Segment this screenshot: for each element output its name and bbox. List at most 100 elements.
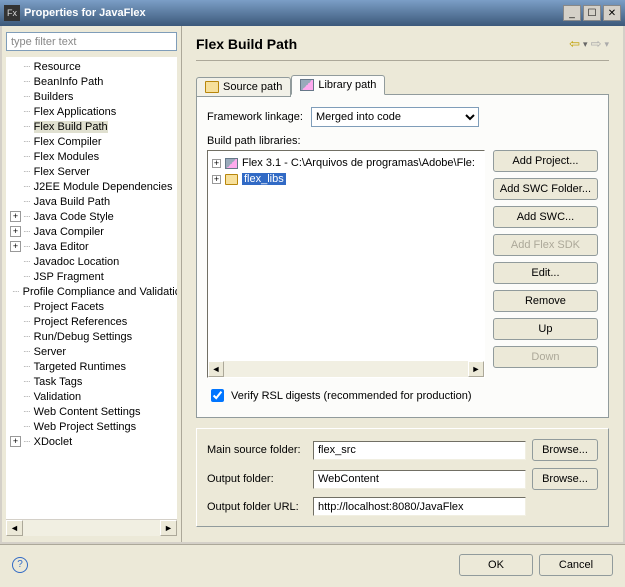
tree-item[interactable]: +····Java Compiler (6, 224, 177, 239)
add-swc-folder-button[interactable]: Add SWC Folder... (493, 178, 598, 200)
page-title: Flex Build Path (196, 36, 566, 52)
tab-source-path[interactable]: Source path (196, 77, 291, 97)
tree-item[interactable]: ····Run/Debug Settings (6, 329, 177, 344)
back-menu-icon[interactable]: ▾ (583, 39, 588, 50)
tree-item[interactable]: +····XDoclet (6, 434, 177, 449)
tree-item[interactable]: ····Java Build Path (6, 194, 177, 209)
tree-item-label: Flex Compiler (34, 136, 102, 148)
edit-button[interactable]: Edit... (493, 262, 598, 284)
up-button[interactable]: Up (493, 318, 598, 340)
verify-rsl-label: Verify RSL digests (recommended for prod… (231, 390, 471, 402)
maximize-button[interactable]: ☐ (583, 5, 601, 21)
tree-item[interactable]: ····Web Content Settings (6, 404, 177, 419)
forward-icon: ⇨ (591, 36, 602, 52)
tree-hscroll[interactable]: ◄ ► (6, 519, 177, 536)
framework-linkage-select[interactable]: Merged into code (311, 107, 479, 127)
lib-hscroll[interactable]: ◄ ► (208, 361, 484, 377)
add-project-button[interactable]: Add Project... (493, 150, 598, 172)
tree-item[interactable]: ····Web Project Settings (6, 419, 177, 434)
ok-button[interactable]: OK (459, 554, 533, 576)
tree-item[interactable]: ····Project References (6, 314, 177, 329)
library-item-label: flex_libs (242, 173, 286, 185)
main-source-input[interactable] (313, 441, 526, 460)
add-flex-sdk-button: Add Flex SDK (493, 234, 598, 256)
tree-item[interactable]: ···· Targeted Runtimes (6, 359, 177, 374)
scroll-right-icon[interactable]: ► (160, 520, 177, 536)
tree-connector: ···· (23, 362, 30, 371)
help-icon[interactable]: ? (12, 557, 28, 573)
expand-icon[interactable]: + (10, 241, 21, 252)
tree-item-label: Web Content Settings (34, 406, 141, 418)
tree-item[interactable]: ···· Flex Compiler (6, 134, 177, 149)
tree-item[interactable]: ····J2EE Module Dependencies (6, 179, 177, 194)
expand-icon[interactable]: + (212, 159, 221, 168)
left-panel: ····Resource····BeanInfo Path····Builder… (2, 26, 182, 542)
tree-connector: ···· (23, 137, 30, 146)
scroll-left-icon[interactable]: ◄ (208, 361, 224, 377)
tree-item-label: Run/Debug Settings (34, 331, 132, 343)
title-bar: Fx Properties for JavaFlex _ ☐ ✕ (0, 0, 625, 26)
tree-item-label: Project References (34, 316, 128, 328)
browse-output-folder-button[interactable]: Browse... (532, 468, 598, 490)
expand-icon[interactable]: + (10, 436, 21, 447)
scroll-right-icon[interactable]: ► (468, 361, 484, 377)
tree-connector: ···· (23, 242, 30, 251)
expand-icon[interactable]: + (10, 226, 21, 237)
tree-item[interactable]: ····Server (6, 344, 177, 359)
browse-main-source-button[interactable]: Browse... (532, 439, 598, 461)
tab-library-path[interactable]: Library path (291, 75, 385, 95)
tree-item[interactable]: ····Profile Compliance and Validatic (6, 284, 177, 299)
verify-rsl-checkbox[interactable] (211, 389, 224, 402)
tree-item[interactable]: ····Validation (6, 389, 177, 404)
tree-connector: ···· (23, 347, 30, 356)
tree-connector: ···· (12, 287, 19, 296)
tree-item[interactable]: ····Resource (6, 59, 177, 74)
tree-item[interactable]: ····JSP Fragment (6, 269, 177, 284)
tree-item[interactable]: ····Flex Build Path (6, 119, 177, 134)
scroll-left-icon[interactable]: ◄ (6, 520, 23, 536)
libraries-tree[interactable]: +Flex 3.1 - C:\Arquivos de programas\Ado… (207, 150, 485, 378)
filter-input[interactable] (6, 32, 177, 51)
tree-item[interactable]: ····Task Tags (6, 374, 177, 389)
tree-item[interactable]: ····Flex Modules (6, 149, 177, 164)
library-icon (300, 79, 314, 91)
output-url-label: Output folder URL: (207, 501, 313, 513)
folder-icon (205, 81, 219, 93)
cancel-button[interactable]: Cancel (539, 554, 613, 576)
tree-item[interactable]: ····Flex Server (6, 164, 177, 179)
category-tree[interactable]: ····Resource····BeanInfo Path····Builder… (6, 57, 177, 519)
remove-button[interactable]: Remove (493, 290, 598, 312)
add-swc-button[interactable]: Add SWC... (493, 206, 598, 228)
library-item[interactable]: + flex_libs (212, 171, 480, 187)
library-item[interactable]: +Flex 3.1 - C:\Arquivos de programas\Ado… (212, 155, 480, 171)
tree-item[interactable]: +····Java Code Style (6, 209, 177, 224)
folder-icon (225, 174, 238, 185)
close-button[interactable]: ✕ (603, 5, 621, 21)
minimize-button[interactable]: _ (563, 5, 581, 21)
window-title: Properties for JavaFlex (24, 7, 561, 19)
output-folder-input[interactable] (313, 470, 526, 489)
tree-item[interactable]: ····Flex Applications (6, 104, 177, 119)
output-url-input[interactable] (313, 497, 526, 516)
tree-item-label: Flex Applications (34, 106, 117, 118)
expand-icon[interactable]: + (212, 175, 221, 184)
forward-menu-icon[interactable]: ▾ (604, 39, 609, 50)
down-button: Down (493, 346, 598, 368)
output-folder-label: Output folder: (207, 473, 313, 485)
tree-item-label: Java Build Path (34, 196, 110, 208)
tree-item[interactable]: +····Java Editor (6, 239, 177, 254)
tree-item-label: Java Compiler (34, 226, 104, 238)
tree-connector: ···· (23, 62, 30, 71)
expand-icon[interactable]: + (10, 211, 21, 222)
back-icon[interactable]: ⇦ (569, 36, 580, 52)
tree-item-label: Javadoc Location (34, 256, 120, 268)
folders-group: Main source folder: Browse... Output fol… (196, 428, 609, 527)
tree-connector: ···· (23, 212, 30, 221)
tree-item[interactable]: ····Builders (6, 89, 177, 104)
tree-item[interactable]: ····BeanInfo Path (6, 74, 177, 89)
tree-item[interactable]: ····Project Facets (6, 299, 177, 314)
tree-item-label: Targeted Runtimes (34, 361, 126, 373)
tree-item[interactable]: ···· Javadoc Location (6, 254, 177, 269)
tree-connector: ···· (23, 152, 30, 161)
tree-connector: ···· (23, 257, 30, 266)
